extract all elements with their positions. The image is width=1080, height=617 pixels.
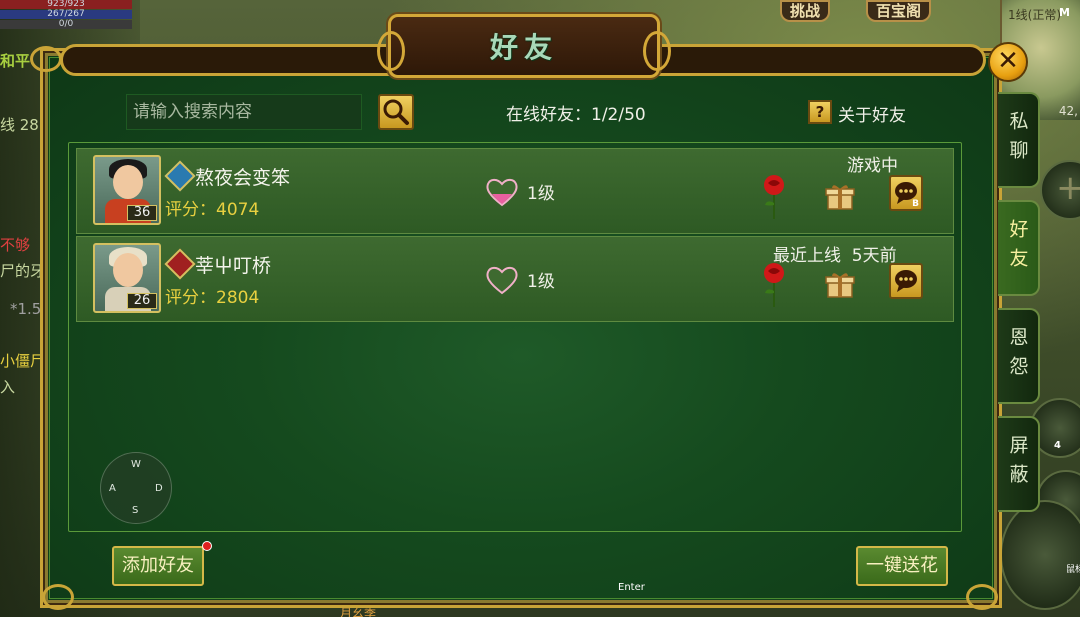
friend-avatar[interactable]: 36 [93, 155, 161, 225]
online-status: 游戏中 [847, 156, 898, 176]
joystick-key-a: A [109, 483, 116, 494]
add-friend-button[interactable]: 添加好友 [112, 546, 204, 586]
friend-score: 评分：4074 [165, 200, 260, 220]
search-button[interactable] [378, 94, 414, 130]
friend-score: 评分：2804 [165, 288, 260, 308]
search-icon [383, 99, 409, 125]
send-flowers-button[interactable]: 一键送花 [856, 546, 948, 586]
search-input[interactable] [126, 94, 362, 130]
hud-fragment: 入 [0, 378, 16, 396]
corner-ornament [30, 46, 62, 72]
friend-row[interactable]: 36 熬夜会变笨 评分：4074 1级 游戏中 B [76, 148, 954, 234]
xp-bar: 0/0 [0, 20, 132, 29]
dialog-title: 好友 [489, 31, 558, 64]
attack-button[interactable]: 鼠标 [1000, 500, 1080, 610]
chat-button[interactable]: B [889, 175, 923, 211]
challenge-button[interactable]: 挑战 [780, 0, 831, 22]
tab-friends[interactable]: 好友 [998, 200, 1040, 296]
hud-fragment: 不够 [0, 236, 31, 254]
last-online-status: 最近上线 5天前 [773, 246, 897, 266]
chat-bubble-icon [895, 270, 917, 292]
notification-dot [202, 541, 212, 551]
avatar-face [113, 165, 143, 199]
class-icon [164, 248, 196, 280]
attack-key-label: 鼠标 [1065, 565, 1080, 575]
treasure-pavilion-button[interactable]: 百宝阁 [866, 0, 932, 22]
corner-ornament [42, 584, 74, 610]
enter-key-hint: Enter [618, 582, 645, 593]
tab-private-chat[interactable]: 私聊 [998, 92, 1040, 188]
coordinate-readout: 42, [1058, 104, 1078, 118]
joystick-key-w: W [131, 459, 141, 470]
joystick-key-d: D [155, 483, 163, 494]
online-friends-count: 在线好友：1/2/50 [506, 105, 646, 125]
minimap-key: M [1059, 6, 1070, 19]
movement-joystick[interactable]: W A D S [100, 452, 172, 524]
title-plate: 好友 [377, 14, 671, 78]
friend-name: 熬夜会变笨 [195, 167, 291, 189]
tab-blocked[interactable]: 屏蔽 [998, 416, 1040, 512]
friend-level-badge: 26 [127, 293, 157, 309]
close-button[interactable]: ✕ [988, 42, 1028, 82]
friend-avatar[interactable]: 26 [93, 243, 161, 313]
about-friends-link[interactable]: 关于好友 [838, 101, 906, 126]
friend-row[interactable]: 26 莘屮叮桥 评分：2804 1级 最近上线 5天前 [76, 236, 954, 322]
intimacy-heart-icon [486, 178, 518, 207]
mp-bar: 267/267 [0, 10, 132, 19]
avatar-face [113, 253, 143, 287]
intimacy-level: 1级 [527, 272, 555, 292]
hp-bar: 923/923 [0, 0, 132, 9]
rose-icon[interactable] [759, 171, 789, 221]
gift-icon[interactable] [825, 183, 855, 211]
corner-ornament [966, 584, 998, 610]
hud-fragment: 和平 [0, 52, 31, 70]
chat-button[interactable] [889, 263, 923, 299]
help-icon[interactable]: ? [808, 100, 832, 124]
friend-name: 莘屮叮桥 [195, 255, 272, 277]
minimap-line-label: 1线(正常) [1008, 8, 1061, 22]
class-icon [164, 160, 196, 192]
intimacy-heart-icon [486, 266, 518, 295]
hud-fragment: 线 28 [0, 116, 39, 134]
joystick-key-s: S [132, 505, 139, 516]
gift-icon[interactable] [825, 271, 855, 299]
friend-level-badge: 36 [127, 205, 157, 221]
hotkey-label: 4 [1054, 440, 1061, 451]
hud-fragment: 小僵尸 [0, 352, 46, 370]
tab-grudges[interactable]: 恩怨 [998, 308, 1040, 404]
intimacy-level: 1级 [527, 184, 555, 204]
hud-fragment: *1.5 [10, 300, 42, 318]
chat-hotkey: B [912, 199, 919, 209]
close-icon: ✕ [997, 46, 1019, 76]
rose-icon[interactable] [759, 259, 789, 309]
plus-icon: + [1056, 168, 1080, 208]
